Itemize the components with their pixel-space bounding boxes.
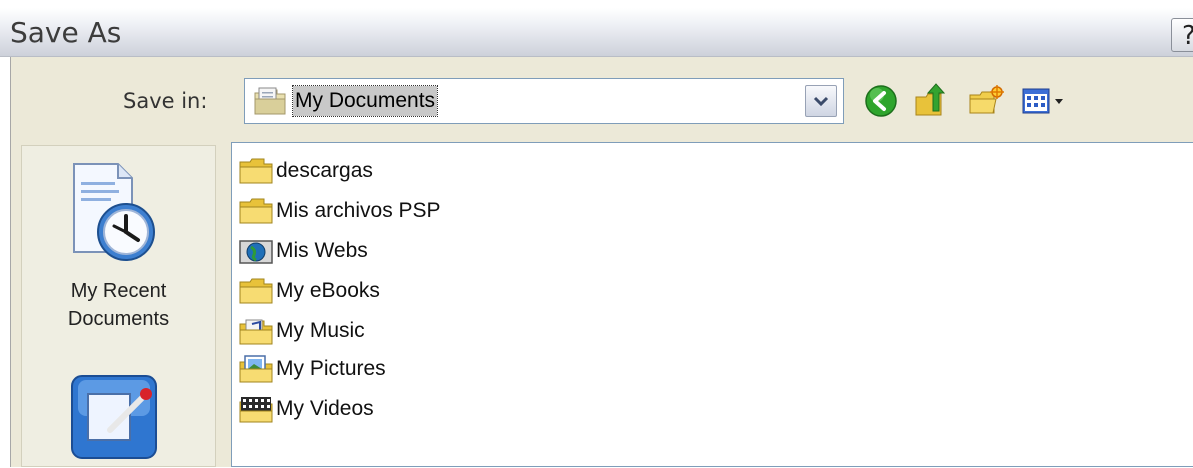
list-item[interactable]: Mis Webs <box>238 233 368 269</box>
list-item[interactable]: descargas <box>238 153 373 189</box>
title-bar: Save As ? <box>0 8 1193 57</box>
new-folder-icon[interactable] <box>966 81 1006 121</box>
list-item[interactable]: My eBooks <box>238 273 380 309</box>
place-label-line2: Documents <box>67 308 170 330</box>
place-label-line1: My Recent <box>70 280 167 302</box>
file-name: My Videos <box>276 397 374 420</box>
music-folder-icon <box>239 319 273 345</box>
file-name: Mis archivos PSP <box>276 199 441 222</box>
list-item[interactable]: My Videos <box>238 391 374 427</box>
file-list[interactable]: descargas Mis archivos PSP Mis Webs My e… <box>231 142 1193 467</box>
help-button[interactable]: ? <box>1171 18 1193 52</box>
back-arrow-icon[interactable] <box>861 81 901 121</box>
pictures-folder-icon <box>239 355 273 383</box>
place-desktop[interactable] <box>22 354 215 468</box>
folder-icon <box>239 198 273 224</box>
videos-folder-icon <box>239 397 273 423</box>
folder-icon <box>239 278 273 304</box>
up-folder-icon[interactable] <box>911 81 951 121</box>
save-in-dropdown[interactable]: My Documents <box>244 78 844 124</box>
file-name: descargas <box>276 159 373 182</box>
chevron-down-icon <box>813 96 829 107</box>
web-folder-icon <box>239 240 273 264</box>
place-my-recent-documents[interactable]: My Recent Documents <box>22 146 215 346</box>
save-in-label: Save in: <box>123 89 208 113</box>
file-name: My eBooks <box>276 279 380 302</box>
file-name: Mis Webs <box>276 239 368 262</box>
save-as-dialog: Save in: My Documents My Recent Document… <box>10 57 1193 467</box>
file-name: My Pictures <box>276 357 386 380</box>
places-bar: My Recent Documents <box>21 145 216 467</box>
views-menu-icon[interactable] <box>1019 81 1079 121</box>
my-documents-folder-icon <box>254 87 286 115</box>
save-in-value: My Documents <box>291 85 439 117</box>
list-item[interactable]: Mis archivos PSP <box>238 193 441 229</box>
folder-icon <box>239 158 273 184</box>
dropdown-arrow-button[interactable] <box>805 85 837 117</box>
list-item[interactable]: My Music <box>238 313 365 349</box>
dialog-title: Save As <box>10 16 122 49</box>
recent-documents-icon <box>73 163 155 261</box>
list-item[interactable]: My Pictures <box>238 351 386 387</box>
top-caption-fragment <box>0 0 600 6</box>
file-name: My Music <box>276 319 365 342</box>
desktop-icon <box>71 375 157 459</box>
